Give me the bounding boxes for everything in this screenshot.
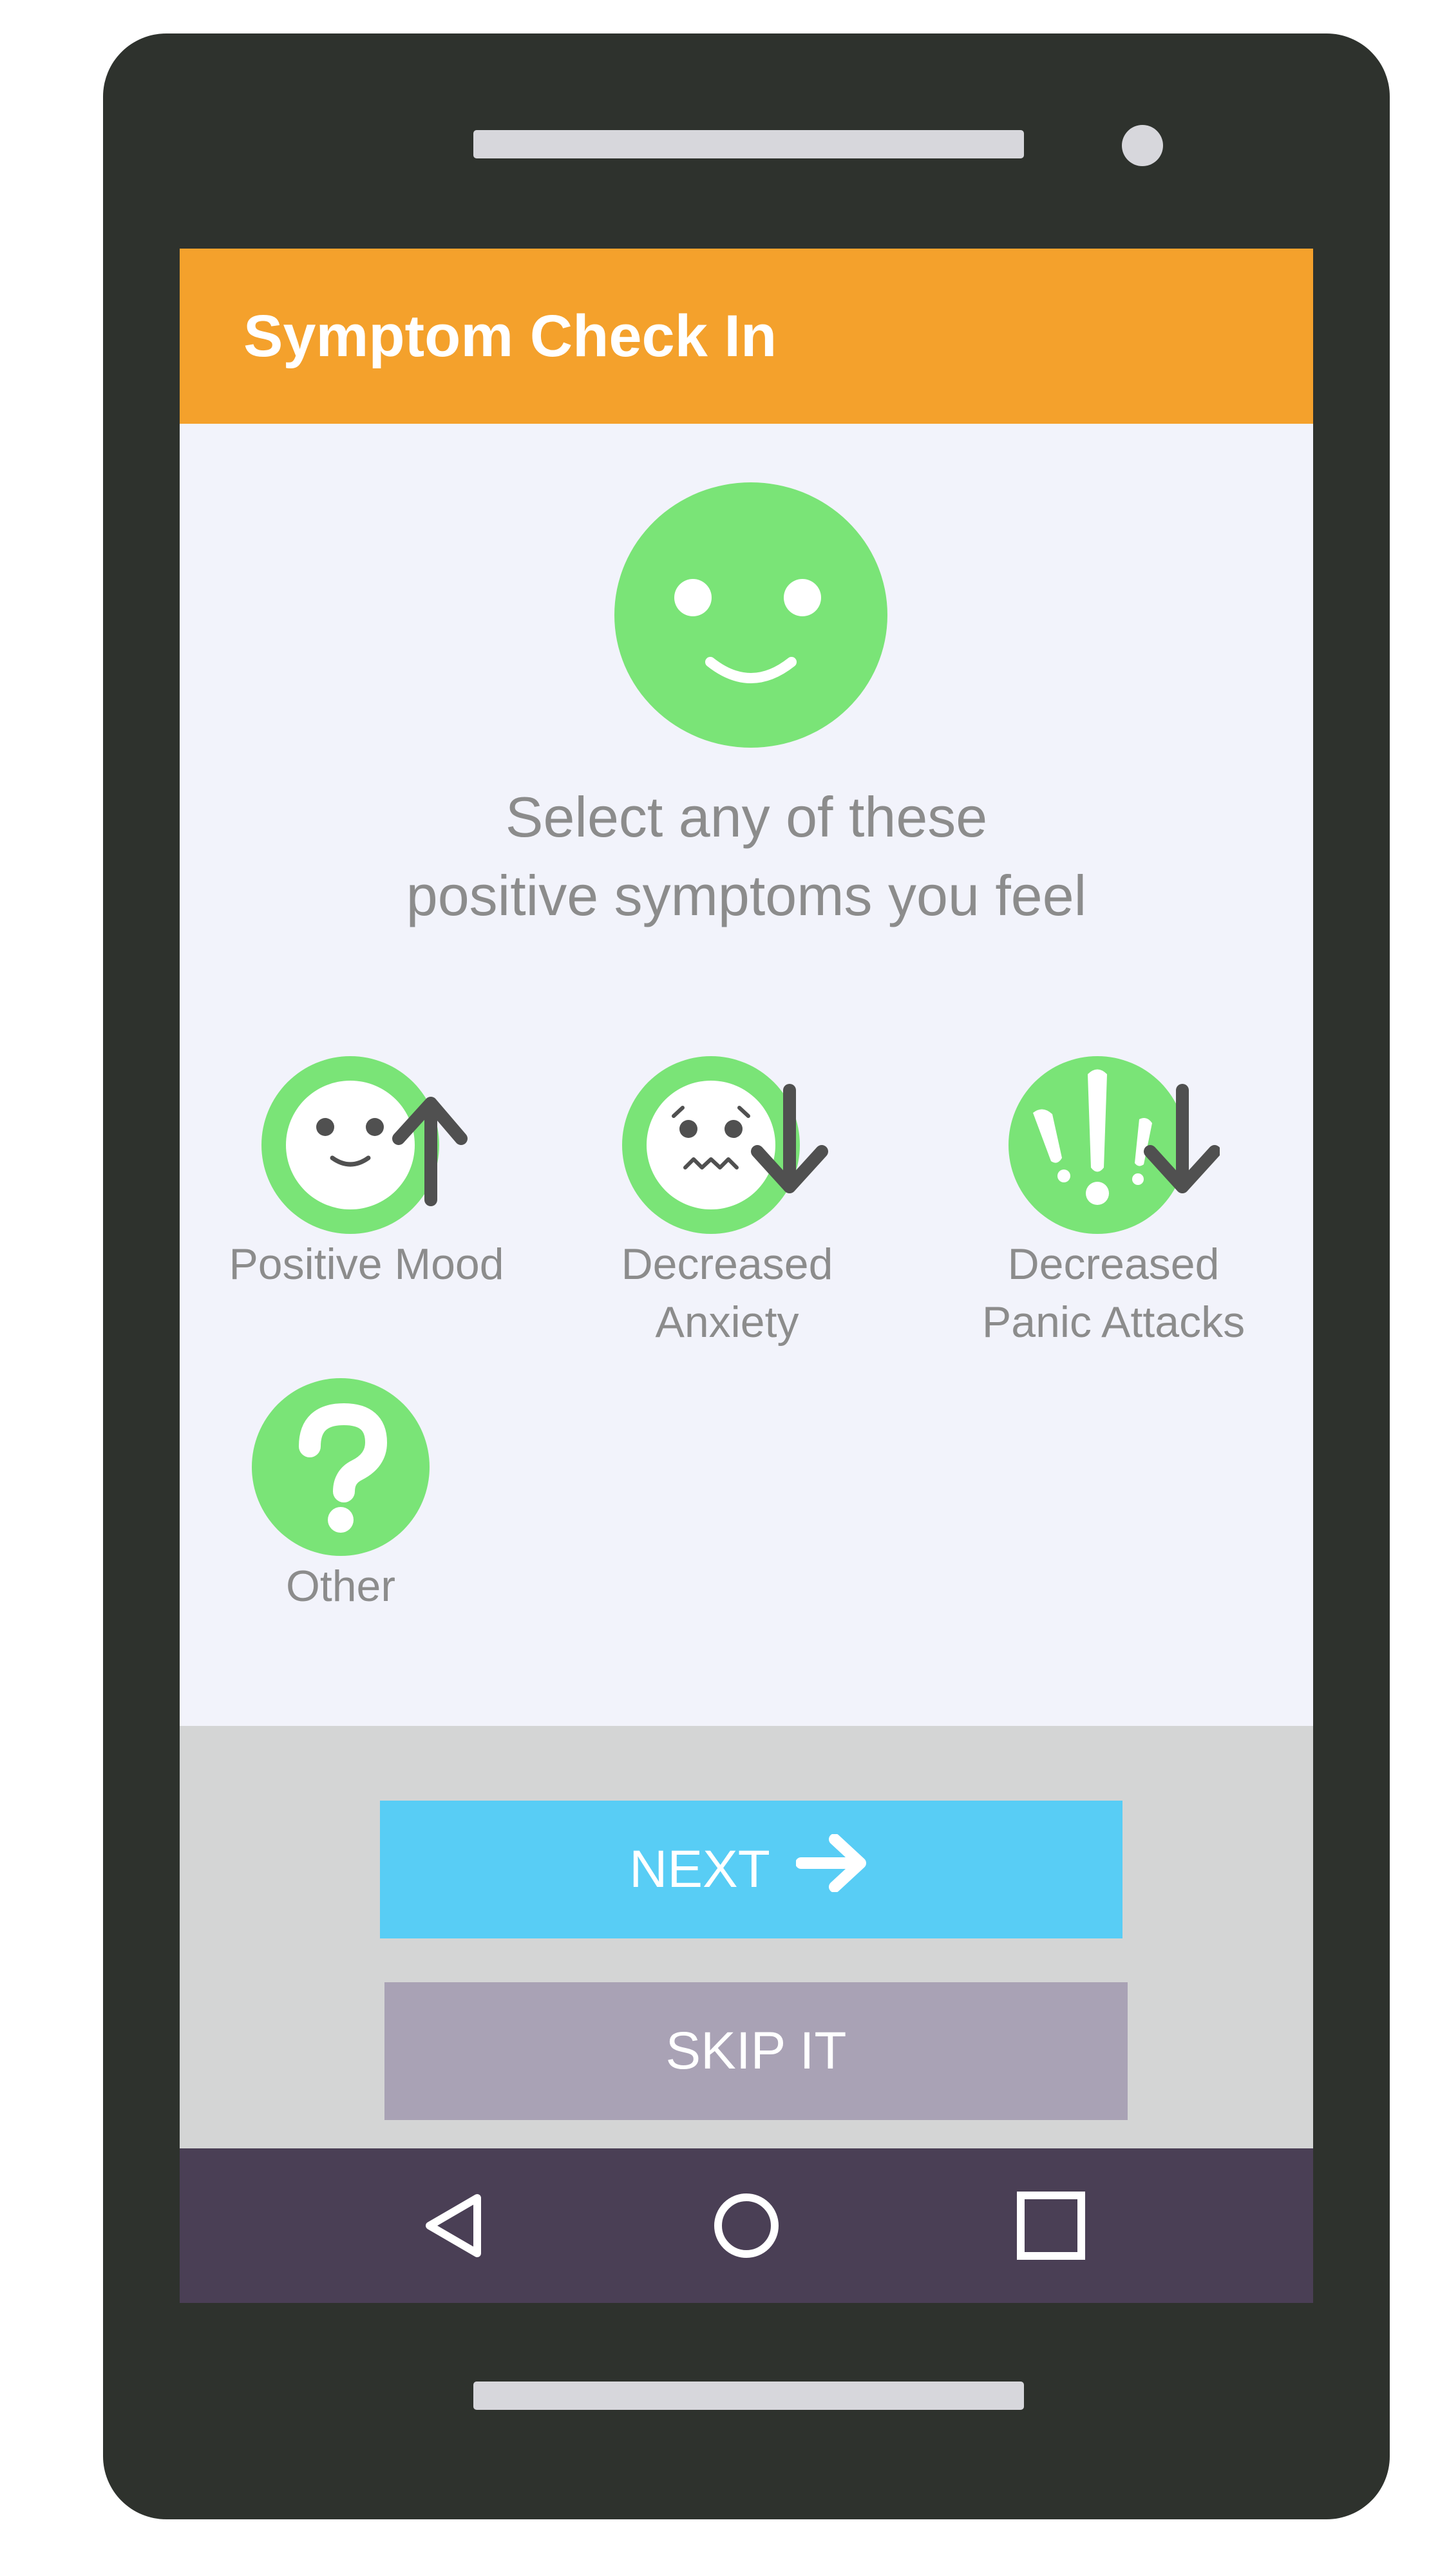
home-circle-icon xyxy=(714,2193,779,2258)
back-button[interactable] xyxy=(408,2181,498,2271)
option-label-line-1: Decreased xyxy=(621,1240,833,1289)
phone-camera xyxy=(1122,125,1163,166)
happy-face-icon xyxy=(614,482,887,748)
option-decreased-panic-attacks[interactable]: Decreased Panic Attacks xyxy=(946,1055,1281,1351)
option-positive-mood[interactable]: Positive Mood xyxy=(205,1055,527,1293)
back-triangle-icon xyxy=(426,2194,481,2257)
option-other[interactable]: Other xyxy=(244,1377,437,1615)
skip-button[interactable]: SKIP IT xyxy=(384,1982,1128,2120)
phone-frame: Symptom Check In Select any of these pos… xyxy=(103,33,1390,2519)
home-button[interactable] xyxy=(701,2181,791,2271)
screen: Symptom Check In Select any of these pos… xyxy=(180,249,1313,2303)
next-button-label: NEXT xyxy=(629,1840,770,1899)
question-icon xyxy=(252,1378,430,1556)
anxious-face-down-arrow-icon xyxy=(622,1056,828,1234)
instruction-line-1: Select any of these xyxy=(505,785,988,849)
option-label: Positive Mood xyxy=(229,1240,504,1289)
app-bar: Symptom Check In xyxy=(180,249,1313,424)
next-button[interactable]: NEXT xyxy=(380,1801,1122,1938)
skip-button-label: SKIP IT xyxy=(665,2022,847,2080)
phone-speaker xyxy=(473,130,1024,158)
option-label: Other xyxy=(285,1562,396,1611)
page-title: Symptom Check In xyxy=(243,303,777,369)
option-decreased-anxiety[interactable]: Decreased Anxiety xyxy=(566,1055,888,1351)
exclamation-down-arrow-icon xyxy=(1009,1056,1220,1234)
content-area: Select any of these positive symptoms yo… xyxy=(180,424,1313,1690)
instruction-line-2: positive symptoms you feel xyxy=(406,864,1087,927)
recents-button[interactable] xyxy=(1006,2181,1096,2271)
action-footer: NEXT SKIP IT xyxy=(180,1726,1313,2182)
option-label-line-2: Panic Attacks xyxy=(981,1298,1245,1347)
option-label-line-2: Anxiety xyxy=(655,1298,799,1347)
recents-square-icon xyxy=(1017,2192,1085,2260)
phone-bottom-speaker xyxy=(473,2382,1024,2410)
option-label-line-1: Decreased xyxy=(1007,1240,1220,1289)
smile-up-arrow-icon xyxy=(261,1056,468,1234)
system-nav-bar xyxy=(180,2148,1313,2303)
arrow-right-icon xyxy=(795,1833,873,1905)
instruction-text: Select any of these positive symptoms yo… xyxy=(180,778,1313,935)
